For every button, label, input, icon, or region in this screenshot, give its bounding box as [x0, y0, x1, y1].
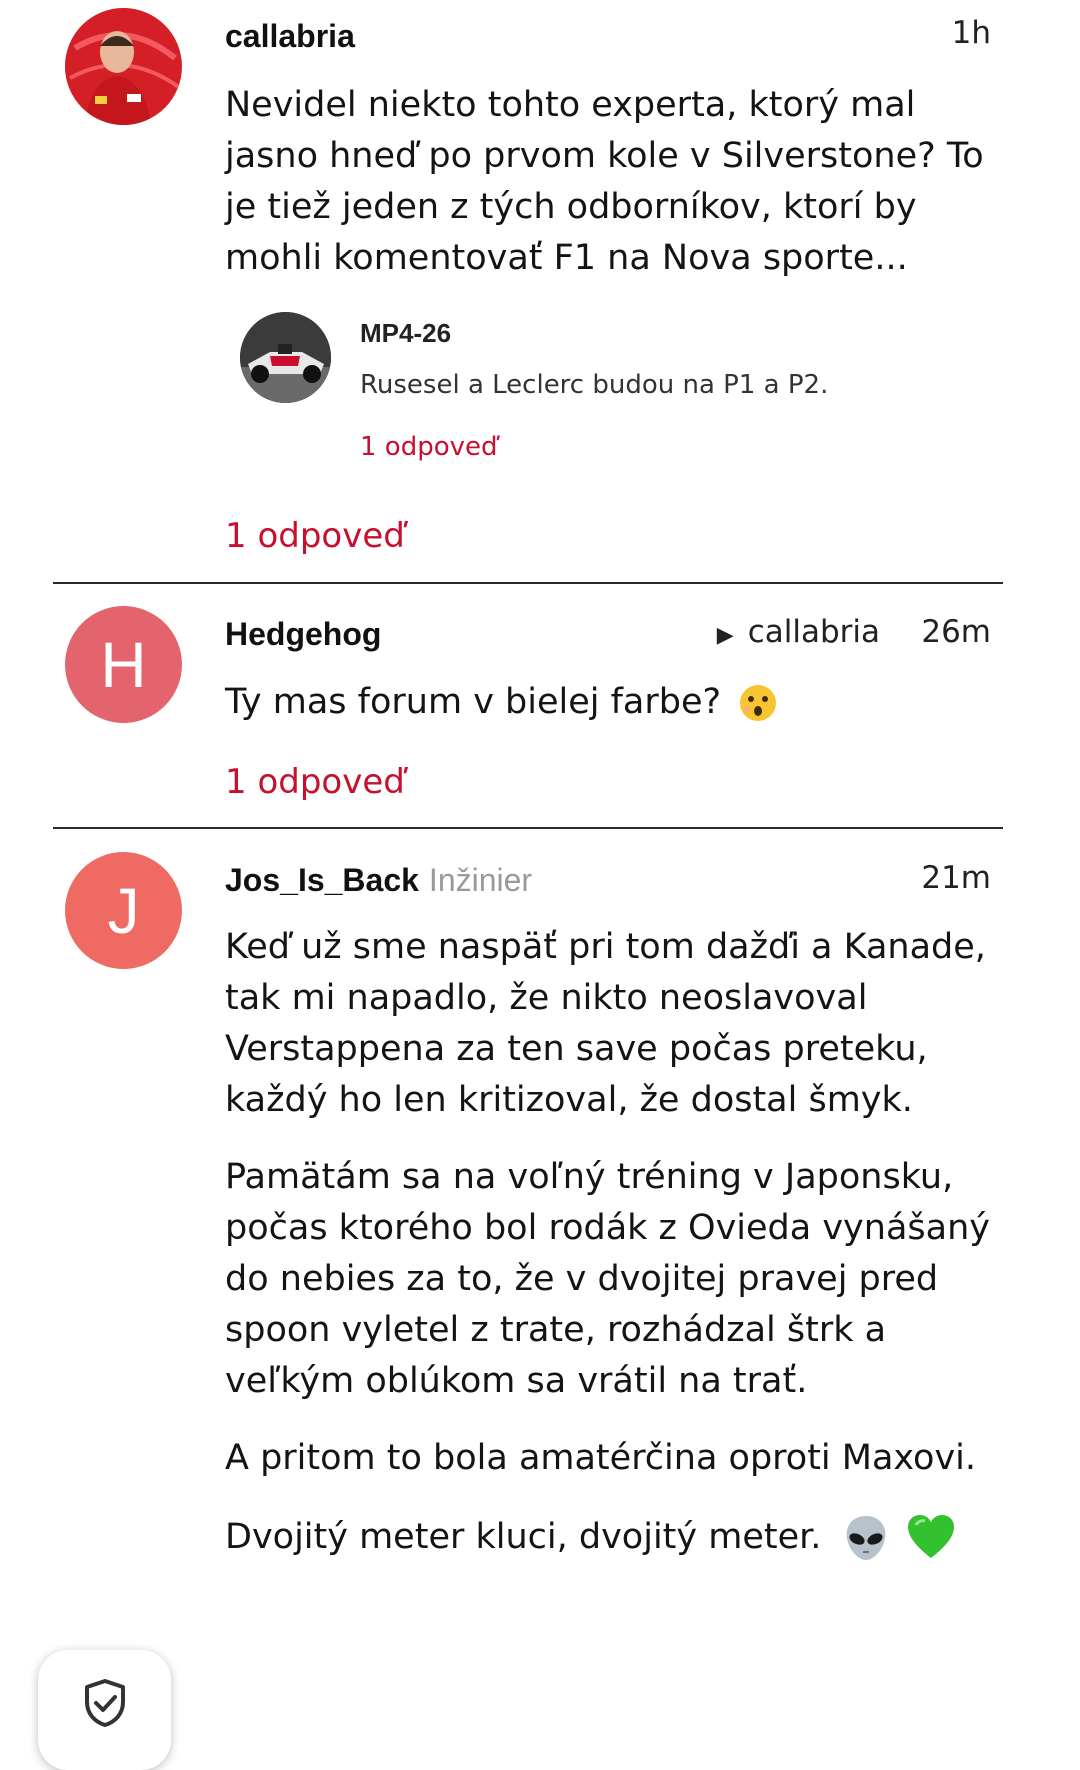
surprised-face-emoji-icon — [740, 685, 777, 721]
comment-paragraph: Ty mas forum v bielej farbe? — [225, 677, 1005, 728]
timestamp: 21m — [921, 860, 991, 896]
privacy-shield-button[interactable] — [38, 1650, 171, 1770]
green-heart-emoji-icon — [907, 1515, 954, 1558]
reply-to[interactable]: ▶ callabria — [717, 614, 880, 650]
shield-check-icon — [84, 1679, 125, 1727]
avatar-letter: H — [100, 628, 147, 701]
author-username: Jos_Is_Back — [225, 862, 419, 898]
comment-text: Dvojitý meter kluci, dvojitý meter. — [225, 1517, 822, 1557]
author-name[interactable]: callabria — [225, 18, 355, 55]
replies-link[interactable]: 1 odpoveď — [225, 516, 405, 556]
timestamp: 1h — [951, 15, 991, 51]
replies-link[interactable]: 1 odpoveď — [225, 762, 405, 802]
comment-body: Ty mas forum v bielej farbe? — [225, 677, 1005, 728]
reply-to-user: callabria — [747, 614, 880, 650]
race-car-photo-icon — [240, 312, 331, 403]
avatar-letter: J — [107, 874, 140, 947]
quote-replies-link[interactable]: 1 odpoveď — [360, 432, 498, 462]
author-name[interactable]: Hedgehog — [225, 616, 381, 653]
author-role: Inžinier — [428, 862, 533, 898]
racing-driver-photo-icon — [65, 8, 182, 125]
comment-paragraph: Nevidel niekto tohto experta, ktorý mal … — [225, 85, 984, 278]
comment-paragraph: A pritom to bola amatérčina oproti Maxov… — [225, 1438, 977, 1478]
avatar[interactable]: J — [65, 852, 182, 969]
timestamp: 26m — [921, 614, 991, 650]
comment-text: Ty mas forum v bielej farbe? — [225, 682, 722, 722]
avatar[interactable] — [65, 8, 182, 125]
author-name[interactable]: Jos_Is_Back Inžinier — [225, 862, 532, 899]
quote-avatar[interactable] — [240, 312, 331, 403]
comment-paragraph: Dvojitý meter kluci, dvojitý meter. — [225, 1512, 1005, 1563]
divider — [53, 582, 1003, 584]
comment-body: Nevidel niekto tohto experta, ktorý mal … — [225, 80, 1005, 284]
quote-text: Rusesel a Leclerc budou na P1 a P2. — [360, 370, 829, 400]
comment-paragraph: Pamätám sa na voľný tréning v Japonsku, … — [225, 1157, 990, 1401]
alien-emoji-icon — [846, 1516, 885, 1560]
divider — [53, 827, 1003, 829]
quote-author[interactable]: MP4-26 — [360, 318, 451, 349]
play-triangle-icon: ▶ — [716, 623, 734, 648]
comment-paragraph: Keď už sme naspäť pri tom dažďi a Kanade… — [225, 927, 986, 1120]
avatar[interactable]: H — [65, 606, 182, 723]
comment-body: Keď už sme naspäť pri tom dažďi a Kanade… — [225, 922, 1005, 1563]
